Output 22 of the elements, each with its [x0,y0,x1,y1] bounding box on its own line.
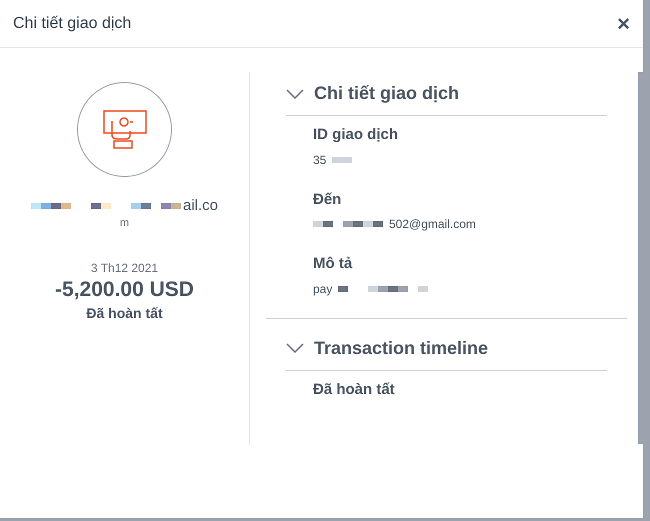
field-label: Đến [313,190,342,210]
date-text: 3 Th12 2021 [90,260,158,276]
hand-money-icon [102,108,148,150]
field-value: 502@gmail.com [389,216,476,233]
status-text: Đã hoàn tất [86,304,163,323]
close-button[interactable]: × [617,12,630,34]
dialog-title: Chi tiết giao dịch [13,14,132,34]
field-value: pay [313,280,332,298]
section-header[interactable]: Chi tiết giao dịch [286,72,607,116]
email-text: ail.co [182,196,218,216]
scrollbar[interactable] [638,72,643,444]
redaction-mosaic [313,221,383,227]
field-value: 35 [313,152,326,168]
field-label: ID giao dịch [313,125,400,145]
redaction-mosaic [332,156,352,162]
field-label: Đã hoàn tất [313,380,396,400]
chevron-icon[interactable] [286,88,304,98]
amount-text: -5,200.00 USD [55,276,194,302]
section-header[interactable]: Transaction timeline [286,326,607,370]
chevron-icon[interactable] [286,343,304,353]
email-text: m [120,218,130,228]
field-label: Mô tả [313,254,354,274]
